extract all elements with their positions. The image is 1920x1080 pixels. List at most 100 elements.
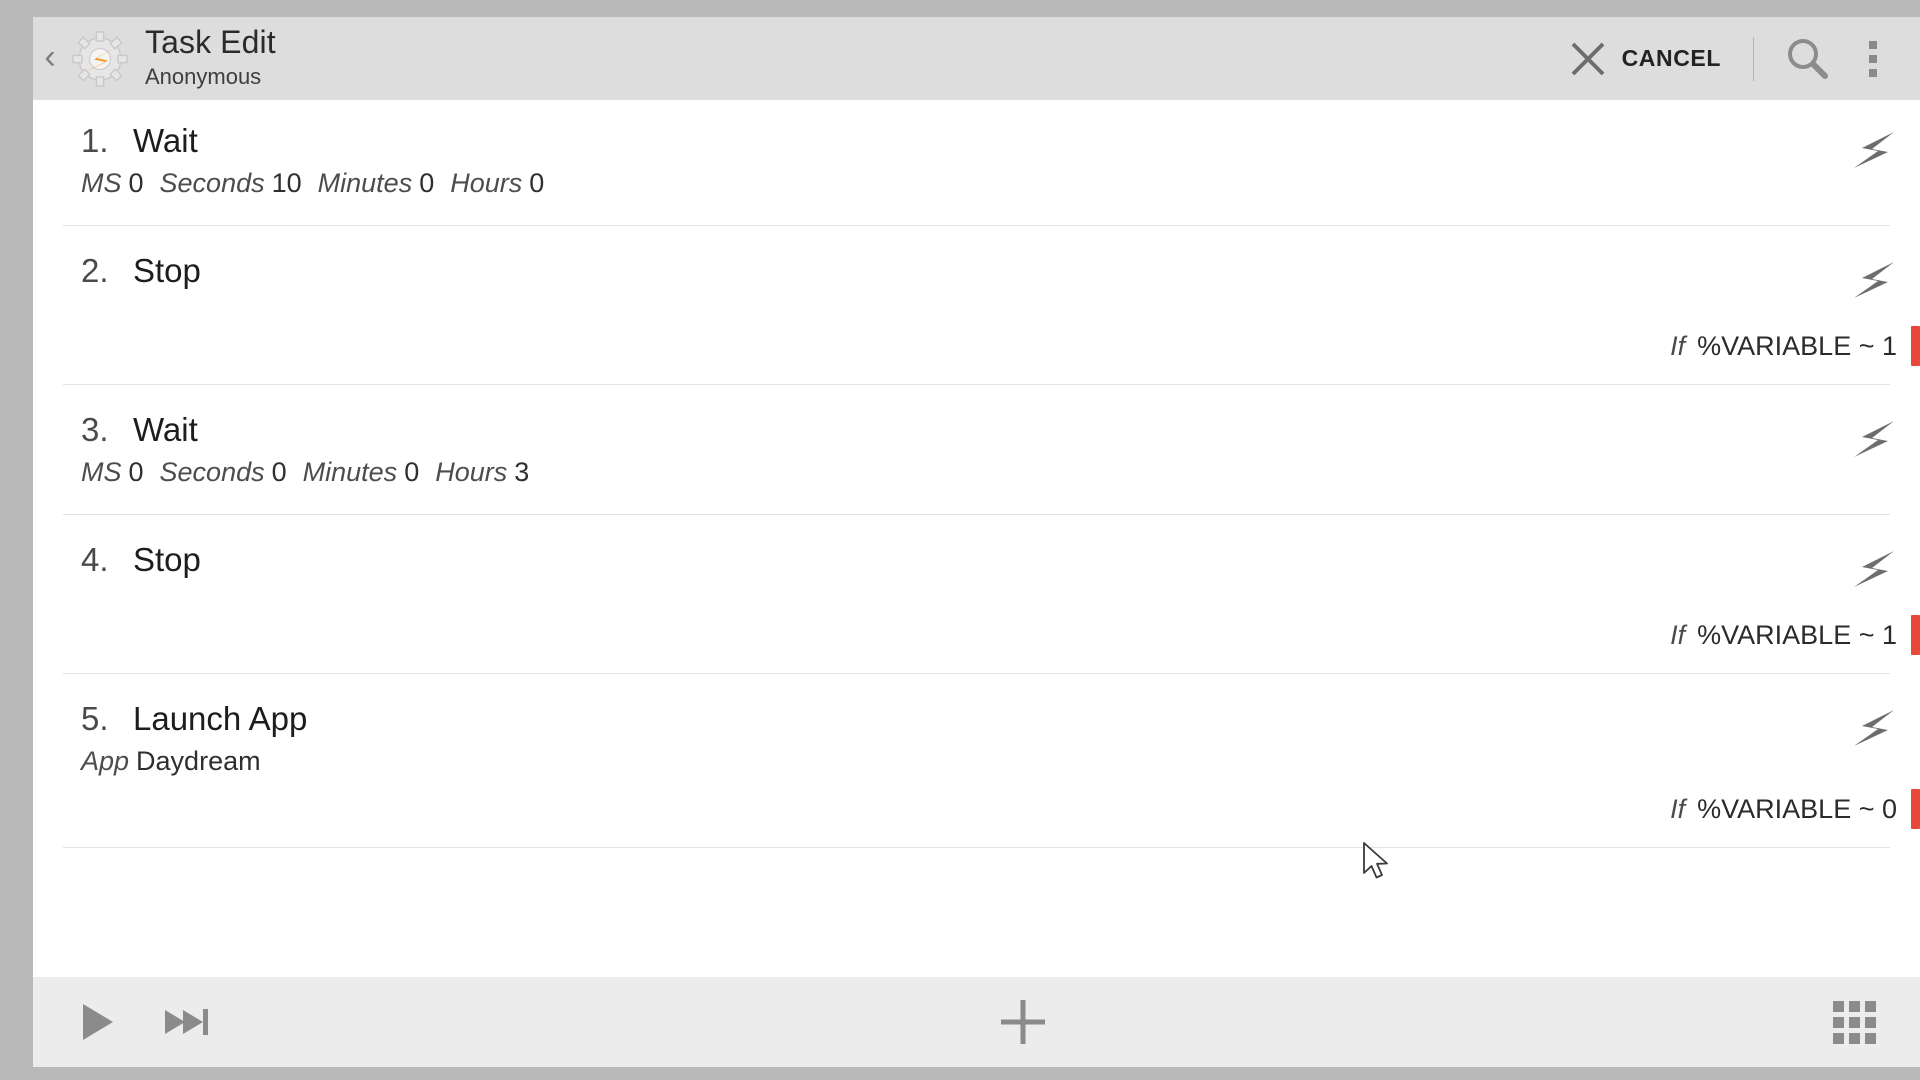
page-title: Task Edit — [145, 24, 276, 61]
bottom-right-group — [1833, 1000, 1920, 1044]
header-titles: Task Edit Anonymous — [145, 26, 276, 90]
argument-label: Hours — [450, 168, 523, 198]
argument-value: 0 — [128, 457, 144, 487]
argument-label: MS — [81, 457, 122, 487]
overflow-dot — [1869, 68, 1877, 77]
lightning-bolt-icon[interactable] — [1848, 547, 1900, 591]
row-spacer — [81, 199, 1920, 225]
lightning-bolt-icon[interactable] — [1848, 706, 1900, 750]
action-name: Stop — [133, 541, 201, 578]
action-number: 4. — [81, 541, 109, 578]
argument-value: 0 — [128, 168, 144, 198]
action-condition[interactable]: If %VARIABLE ~ 1 — [81, 615, 1920, 655]
condition-expression: %VARIABLE ~ 1 — [1697, 619, 1897, 650]
action-name: Wait — [133, 411, 198, 448]
action-name: Launch App — [133, 700, 308, 737]
grid-cell — [1849, 1016, 1860, 1028]
cancel-label: CANCEL — [1621, 45, 1721, 71]
condition-indicator-bar — [1911, 789, 1920, 829]
action-row[interactable]: 3. Wait MS 0 Seconds 0 Minutes 0 Hours 3 — [33, 385, 1920, 514]
argument-label: Seconds — [159, 168, 265, 198]
tasker-task-edit-window: ‹ Task Edit Anonymous CANCEL 1. Wait MS … — [33, 17, 1920, 1067]
argument-label: Hours — [435, 457, 508, 487]
action-row[interactable]: 2. Stop If %VARIABLE ~ 1 — [33, 226, 1920, 384]
condition-keyword: If — [1670, 330, 1686, 361]
condition-indicator-bar — [1911, 615, 1920, 655]
bottom-left-group — [33, 999, 213, 1045]
action-number: 3. — [81, 411, 109, 448]
argument-value: 0 — [529, 168, 545, 198]
argument-label: MS — [81, 168, 122, 198]
condition-expression: %VARIABLE ~ 1 — [1697, 330, 1897, 361]
overflow-menu-icon[interactable] — [1836, 29, 1910, 89]
action-title-row: 1. Wait — [81, 122, 1920, 160]
lightning-bolt-icon[interactable] — [1848, 258, 1900, 302]
argument-value: 0 — [271, 457, 287, 487]
action-list: 1. Wait MS 0 Seconds 10 Minutes 0 Hours 0 2. Stop If… — [33, 100, 1920, 848]
action-title-row: 5. Launch App — [81, 700, 1920, 738]
action-arguments: MS 0 Seconds 10 Minutes 0 Hours 0 — [81, 168, 1920, 199]
search-icon[interactable] — [1780, 31, 1836, 87]
condition-indicator-bar — [1911, 326, 1920, 366]
argument-value: 3 — [514, 457, 530, 487]
grid-menu-icon[interactable] — [1833, 1000, 1876, 1044]
row-spacer — [81, 829, 1920, 847]
skip-next-icon[interactable] — [161, 1002, 213, 1042]
argument-label: Minutes — [302, 457, 398, 487]
grid-cell — [1849, 1032, 1860, 1044]
header-separator — [1753, 36, 1754, 81]
row-spacer — [81, 488, 1920, 514]
action-arguments: MS 0 Seconds 0 Minutes 0 Hours 3 — [81, 457, 1920, 488]
row-spacer — [81, 366, 1920, 384]
bottom-toolbar — [33, 977, 1920, 1067]
action-number: 2. — [81, 252, 109, 289]
grid-cell — [1865, 1000, 1876, 1012]
grid-cell — [1833, 1032, 1844, 1044]
screen: ‹ Task Edit Anonymous CANCEL 1. Wait MS … — [0, 0, 1920, 1080]
argument-value: 10 — [271, 168, 302, 198]
argument-label: App — [81, 746, 130, 776]
action-arguments: App Daydream — [81, 746, 1920, 777]
action-name: Wait — [133, 122, 198, 159]
argument-label: Seconds — [159, 457, 265, 487]
overflow-dot — [1869, 40, 1877, 49]
argument-value: Daydream — [136, 746, 261, 776]
grid-cell — [1865, 1016, 1876, 1028]
condition-expression: %VARIABLE ~ 0 — [1697, 793, 1897, 824]
action-name: Stop — [133, 252, 201, 289]
action-number: 1. — [81, 122, 109, 159]
action-row[interactable]: 4. Stop If %VARIABLE ~ 1 — [33, 515, 1920, 673]
action-title-row: 2. Stop — [81, 252, 1920, 290]
lightning-bolt-icon[interactable] — [1848, 128, 1900, 172]
grid-cell — [1865, 1032, 1876, 1044]
action-row[interactable]: 1. Wait MS 0 Seconds 10 Minutes 0 Hours 0 — [33, 100, 1920, 225]
action-row[interactable]: 5. Launch App App Daydream If %VARIABLE ~ 0 — [33, 674, 1920, 847]
play-icon[interactable] — [73, 999, 119, 1045]
argument-value: 0 — [419, 168, 435, 198]
condition-text: If %VARIABLE ~ 1 — [1670, 331, 1897, 362]
overflow-dot — [1869, 54, 1877, 63]
row-divider — [63, 847, 1890, 848]
condition-text: If %VARIABLE ~ 1 — [1670, 620, 1897, 651]
action-condition[interactable]: If %VARIABLE ~ 0 — [81, 789, 1920, 829]
action-title-row: 4. Stop — [81, 541, 1920, 579]
argument-value: 0 — [404, 457, 420, 487]
action-title-row: 3. Wait — [81, 411, 1920, 449]
grid-cell — [1849, 1000, 1860, 1012]
app-header: ‹ Task Edit Anonymous CANCEL — [33, 17, 1920, 100]
cancel-button[interactable]: CANCEL — [1568, 39, 1727, 79]
close-x-icon — [1568, 39, 1608, 79]
condition-keyword: If — [1670, 619, 1686, 650]
action-condition[interactable]: If %VARIABLE ~ 1 — [81, 326, 1920, 366]
condition-keyword: If — [1670, 793, 1686, 824]
plus-icon[interactable] — [994, 993, 1052, 1051]
back-chevron-icon[interactable]: ‹ — [33, 40, 67, 78]
grid-cell — [1833, 1000, 1844, 1012]
grid-cell — [1833, 1016, 1844, 1028]
bottom-center-group — [213, 993, 1833, 1051]
lightning-bolt-icon[interactable] — [1848, 417, 1900, 461]
condition-text: If %VARIABLE ~ 0 — [1670, 794, 1897, 825]
argument-label: Minutes — [317, 168, 413, 198]
action-number: 5. — [81, 700, 109, 737]
page-subtitle: Anonymous — [145, 64, 262, 90]
